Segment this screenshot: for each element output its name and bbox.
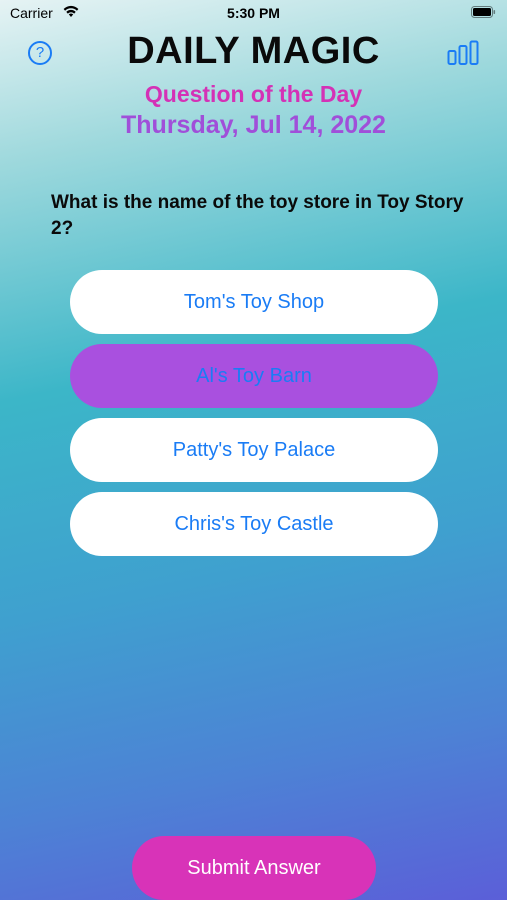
submit-label: Submit Answer <box>187 857 321 879</box>
answer-label: Tom's Toy Shop <box>183 291 325 313</box>
answer-option-4[interactable]: Chris's Toy Castle <box>70 492 438 556</box>
status-time: 5:30 PM <box>227 5 280 21</box>
answer-option-3[interactable]: Patty's Toy Palace <box>70 418 438 482</box>
submit-answer-button[interactable]: Submit Answer <box>132 836 376 900</box>
status-bar: Carrier 5:30 PM <box>0 0 507 28</box>
answer-label: Al's Toy Barn <box>196 365 312 387</box>
answer-label: Chris's Toy Castle <box>174 513 334 535</box>
question-text: What is the name of the toy store in Toy… <box>51 192 464 239</box>
answer-option-1[interactable]: Tom's Toy Shop <box>70 270 438 334</box>
battery-icon <box>471 6 496 18</box>
app-title: DAILY MAGIC <box>127 30 380 72</box>
answer-label: Patty's Toy Palace <box>172 439 336 461</box>
page-subtitle: Question of the Day <box>144 81 363 107</box>
answer-list: Tom's Toy Shop Al's Toy Barn Patty's Toy… <box>70 270 438 566</box>
answer-option-2[interactable]: Al's Toy Barn <box>70 344 438 408</box>
question-date: Thursday, Jul 14, 2022 <box>121 111 386 139</box>
